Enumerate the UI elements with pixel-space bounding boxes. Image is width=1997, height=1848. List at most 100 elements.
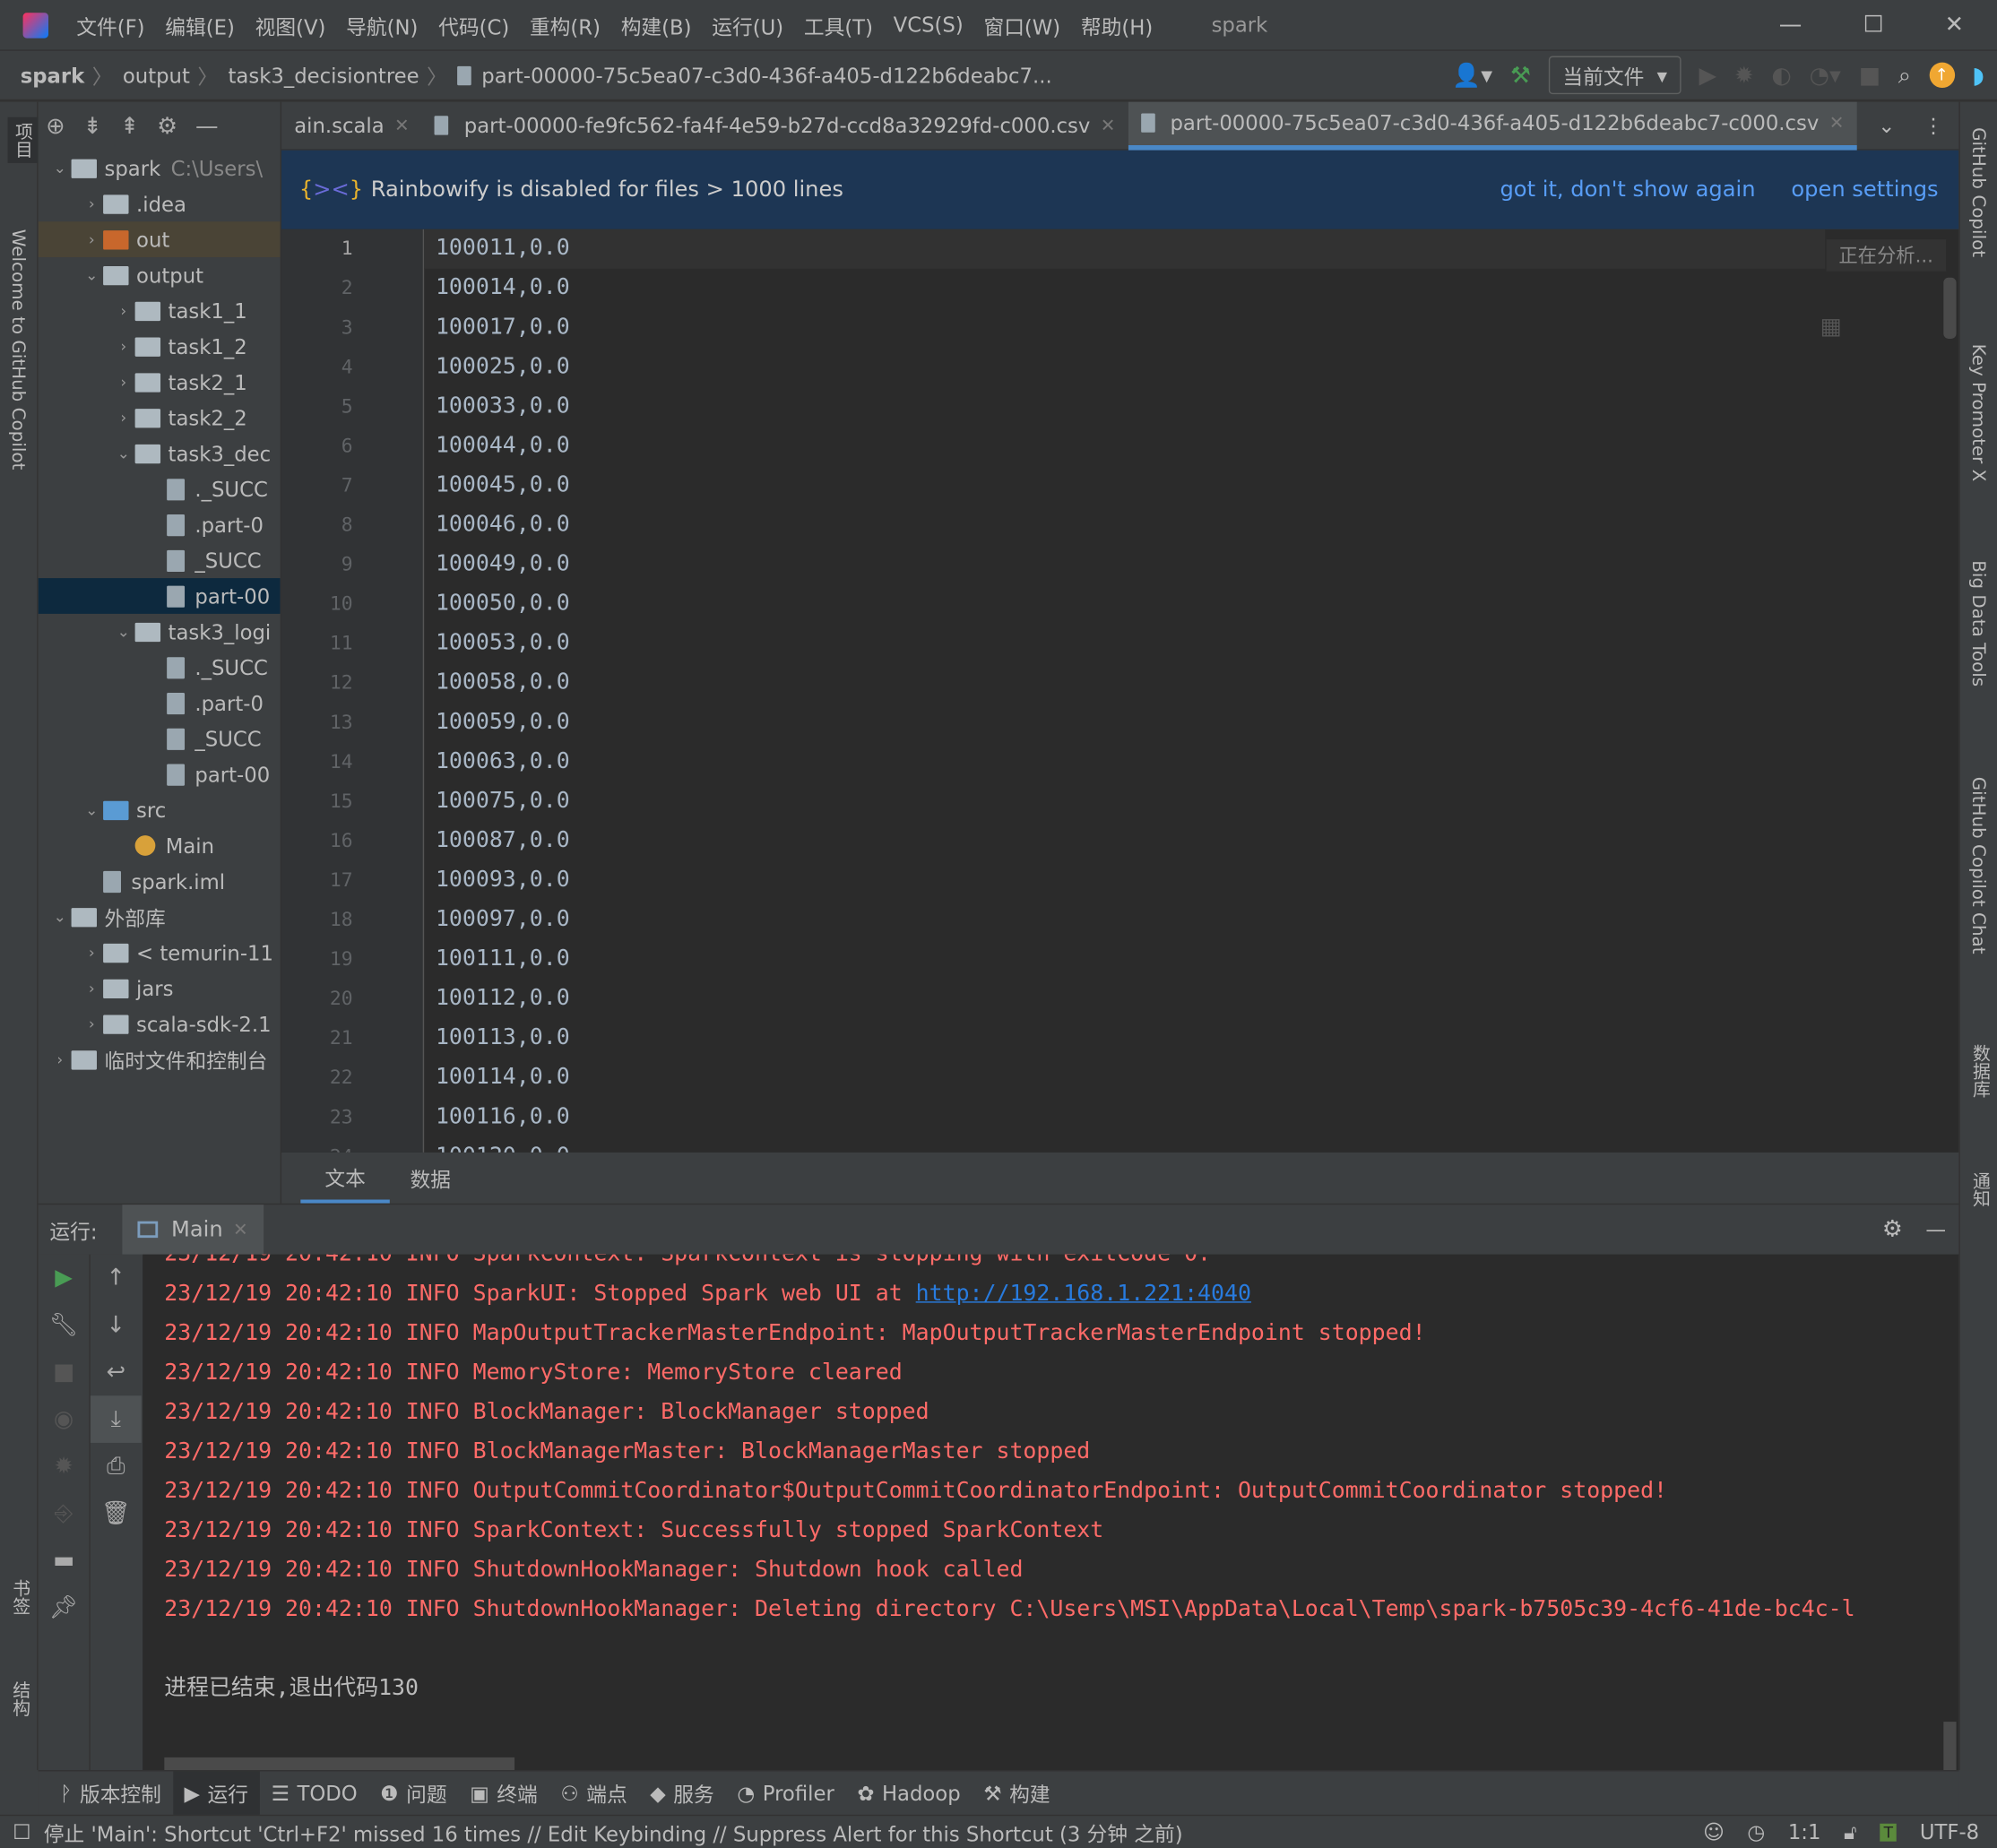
chevron-right-icon[interactable]: › [81,980,104,997]
breadcrumb-item[interactable]: spark [21,63,84,87]
menu-item[interactable]: 编辑(E) [165,10,235,40]
status-toggle-icon[interactable]: ☐ [13,1819,30,1844]
tree-item[interactable]: › task2_2 [39,400,281,436]
status-message[interactable]: 停止 'Main': Shortcut 'Ctrl+F2' missed 16 … [44,1817,1183,1847]
tool-window-services[interactable]: ◆ 服务 [639,1771,726,1816]
menu-item[interactable]: 构建(B) [621,10,692,40]
project-tool-button[interactable]: 项目 [7,117,39,163]
code-line[interactable]: 100087,0.0 [426,821,1827,860]
editor-scrollbar[interactable] [1943,277,1957,339]
chevron-right-icon[interactable]: › [81,944,104,962]
menu-item[interactable]: 窗口(W) [983,10,1060,40]
code-line[interactable]: 100097,0.0 [426,901,1827,940]
toolbox-icon[interactable]: ◗ [1972,62,1984,89]
menu-item[interactable]: 导航(N) [346,10,418,40]
tool-window-todo[interactable]: ☰ TODO [260,1771,369,1816]
code-line[interactable]: 100046,0.0 [426,505,1827,545]
editor-tab[interactable]: part-00000-75c5ea07-c3d0-436f-a405-d122b… [1128,100,1857,150]
profile-icon[interactable]: ◔▾ [1810,62,1841,89]
tree-item[interactable]: ⌄ 外部库 [39,899,281,935]
bookmarks-button[interactable]: 书签 [8,1579,33,1615]
editor-tab[interactable]: ain.scala ✕ [281,101,422,150]
clock-icon[interactable]: ◷ [1747,1819,1765,1844]
stop-icon[interactable]: ■ [1859,62,1880,89]
menu-item[interactable]: VCS(S) [894,13,964,37]
file-type-icon[interactable]: T [1880,1823,1898,1841]
camera-icon[interactable]: ◉ [39,1395,90,1443]
code-line[interactable]: 100093,0.0 [426,861,1827,901]
tree-item[interactable]: ⌄ output [39,257,281,293]
run-icon[interactable]: ▶ [1699,62,1717,89]
tree-item[interactable]: ⌄ spark C:\Users\ [39,151,281,186]
tool-window-problems[interactable]: ❶ 问题 [368,1771,458,1816]
chevron-right-icon[interactable]: › [112,373,135,391]
code-line[interactable]: 100116,0.0 [426,1098,1827,1137]
close-tab-icon[interactable]: ✕ [394,116,410,136]
more-icon[interactable]: ⋮ [1908,113,1959,137]
encoding[interactable]: UTF-8 [1920,1819,1979,1844]
code-line[interactable]: 100114,0.0 [426,1058,1827,1098]
tree-item[interactable]: › task2_1 [39,364,281,400]
open-settings-link[interactable]: open settings [1791,177,1938,203]
code-line[interactable]: 100058,0.0 [426,663,1827,703]
run-tab-main[interactable]: Main ✕ [122,1204,264,1256]
code-line[interactable]: 100111,0.0 [426,940,1827,980]
copilot-status-icon[interactable]: ☺ [1703,1819,1725,1844]
menu-item[interactable]: 运行(U) [712,10,783,40]
run-config-dropdown[interactable]: 当前文件 ▾ [1548,56,1681,95]
update-icon[interactable]: ↑ [1929,62,1955,89]
tree-item[interactable]: spark.iml [39,863,281,899]
pin-icon[interactable]: 📌︎ [39,1585,90,1632]
gear-icon[interactable]: ⚙ [1882,1216,1903,1243]
right-tool-button[interactable]: Big Data Tools [1967,560,1988,687]
chevron-right-icon[interactable]: › [112,409,135,427]
tree-item[interactable]: › jars [39,971,281,1006]
coverage-icon[interactable]: ◐ [1771,62,1791,89]
code-line[interactable]: 100017,0.0 [426,308,1827,348]
dismiss-link[interactable]: got it, don't show again [1500,177,1755,203]
copilot-welcome-button[interactable]: Welcome to GitHub Copilot [8,229,29,471]
tree-item[interactable]: › < temurin-11 [39,935,281,971]
code-line[interactable]: 100113,0.0 [426,1019,1827,1058]
tool-window-run[interactable]: ▶ 运行 [172,1770,260,1816]
hide-icon[interactable]: — [195,113,219,140]
code-line[interactable]: 100063,0.0 [426,742,1827,782]
right-tool-button[interactable]: GitHub Copilot [1967,127,1988,257]
breadcrumb-item[interactable]: task3_decisiontree [229,63,419,87]
menu-item[interactable]: 帮助(H) [1081,10,1153,40]
tree-item[interactable]: › task1_1 [39,293,281,329]
tree-item[interactable]: › .idea [39,186,281,221]
edit-config-wrench-icon[interactable]: 🔧︎ [39,1301,90,1349]
tree-item[interactable]: ⌄ task3_logi [39,614,281,650]
close-tab-icon[interactable]: ✕ [233,1220,248,1240]
breadcrumb-item[interactable]: output [123,63,190,87]
menu-item[interactable]: 视图(V) [255,10,326,40]
settings-bug-icon[interactable]: ✹ [39,1443,90,1490]
code-line[interactable]: 100033,0.0 [426,387,1827,427]
chevron-right-icon[interactable]: › [81,230,104,248]
caret-position[interactable]: 1:1 [1788,1819,1821,1844]
right-tool-button[interactable]: GitHub Copilot Chat [1967,777,1988,954]
minimize-button[interactable]: — [1779,12,1802,39]
tree-item[interactable]: .part-0 [39,685,281,721]
tool-window-profiler[interactable]: ◔ Profiler [726,1771,846,1816]
editor-tab[interactable]: part-00000-fe9fc562-fa4f-4e59-b27d-ccd8a… [422,101,1128,150]
chevron-down-icon[interactable]: ⌄ [112,445,135,462]
close-tab-icon[interactable]: ✕ [1829,113,1845,134]
menu-item[interactable]: 代码(C) [438,10,509,40]
tool-window-build[interactable]: ⚒ 构建 [972,1771,1061,1816]
up-arrow-icon[interactable]: ↑ [91,1255,142,1302]
breadcrumb-item[interactable]: part-00000-75c5ea07-c3d0-436f-a405-d122b… [481,63,1051,87]
right-tool-button[interactable]: 通知 [1967,1171,1993,1207]
tree-item[interactable]: › 临时文件和控制台 [39,1041,281,1077]
code-line[interactable]: 100053,0.0 [426,624,1827,663]
chevron-down-icon[interactable]: ⌄ [81,266,104,284]
trash-icon[interactable]: 🗑︎ [91,1490,142,1537]
console-output[interactable]: 23/12/19 20:42:10 INFO SparkContext: Spa… [143,1254,1959,1771]
rerun-icon[interactable]: ▶ [39,1255,90,1302]
layout-icon[interactable]: ▬ [39,1537,90,1585]
soft-wrap-icon[interactable]: ↩ [91,1349,142,1396]
chevron-down-icon[interactable]: ⌄ [112,623,135,641]
tree-item[interactable]: ⌄ task3_dec [39,436,281,471]
user-icon[interactable]: 👤▾ [1452,62,1492,89]
